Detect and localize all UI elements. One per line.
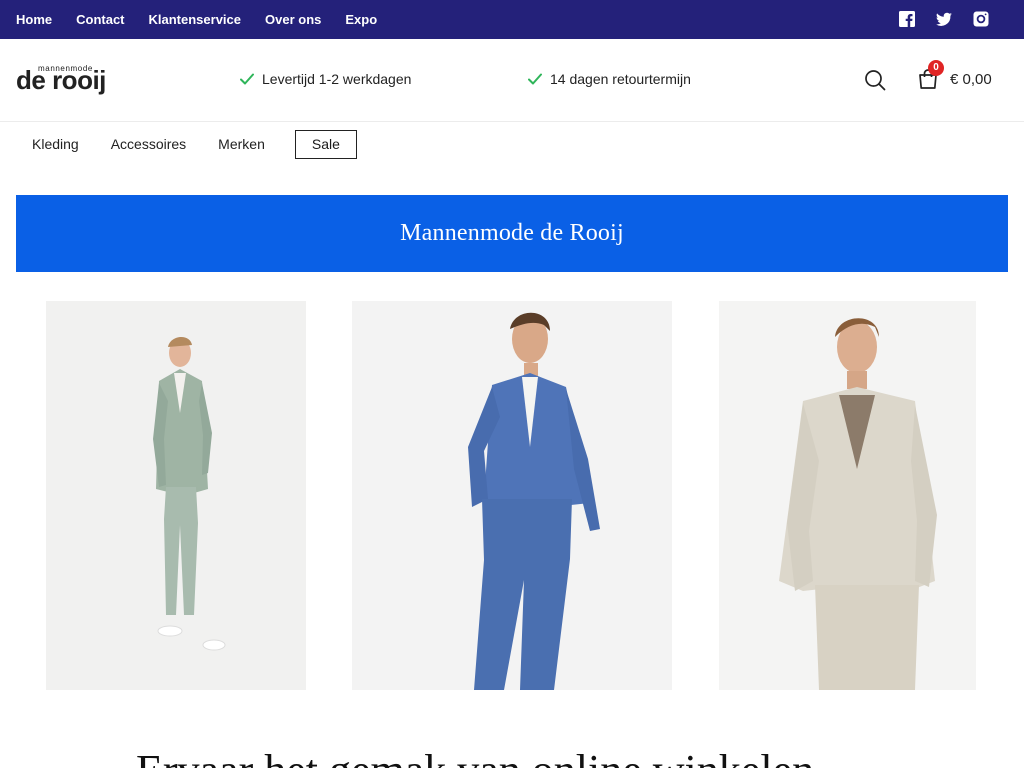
twitter-icon[interactable] [934,9,954,29]
nav-link-klantenservice[interactable]: Klantenservice [149,12,242,27]
product-image-green-suit[interactable] [46,301,306,690]
usp-returns: 14 dagen retourtermijn [528,71,691,87]
nav-link-expo[interactable]: Expo [345,12,377,27]
logo[interactable]: mannenmode de rooij [16,64,116,96]
check-icon [240,73,254,85]
category-merken[interactable]: Merken [218,136,265,152]
usp-delivery-text: Levertijd 1-2 werkdagen [262,71,412,87]
category-kleding[interactable]: Kleding [32,136,79,152]
product-image-blue-suit[interactable] [352,301,672,690]
social-links [897,9,991,29]
nav-link-contact[interactable]: Contact [76,12,124,27]
category-sale-button[interactable]: Sale [294,129,357,159]
nav-link-over-ons[interactable]: Over ons [265,12,321,27]
cart-total[interactable]: € 0,00 [950,71,992,88]
check-icon [528,73,542,85]
top-bar: Home Contact Klantenservice Over ons Exp… [0,0,1024,39]
product-image-beige-suit[interactable] [719,301,976,690]
section-heading: Ervaar het gemak van online winkelen [136,745,814,768]
instagram-icon[interactable] [971,9,991,29]
usp-returns-text: 14 dagen retourtermijn [550,71,691,87]
category-accessoires[interactable]: Accessoires [111,136,186,152]
facebook-icon[interactable] [897,9,917,29]
banner-title: Mannenmode de Rooij [400,220,624,246]
nav-link-home[interactable]: Home [16,12,52,27]
site-header: mannenmode de rooij Levertijd 1-2 werkda… [0,39,1024,122]
logo-wordmark: de rooij [16,65,106,95]
usp-delivery: Levertijd 1-2 werkdagen [240,71,411,87]
search-icon[interactable] [864,69,886,91]
cart-count-badge: 0 [928,60,944,76]
category-navigation: Kleding Accessoires Merken Sale [32,129,357,159]
hero-banner: Mannenmode de Rooij [16,195,1008,272]
top-navigation: Home Contact Klantenservice Over ons Exp… [16,0,377,39]
